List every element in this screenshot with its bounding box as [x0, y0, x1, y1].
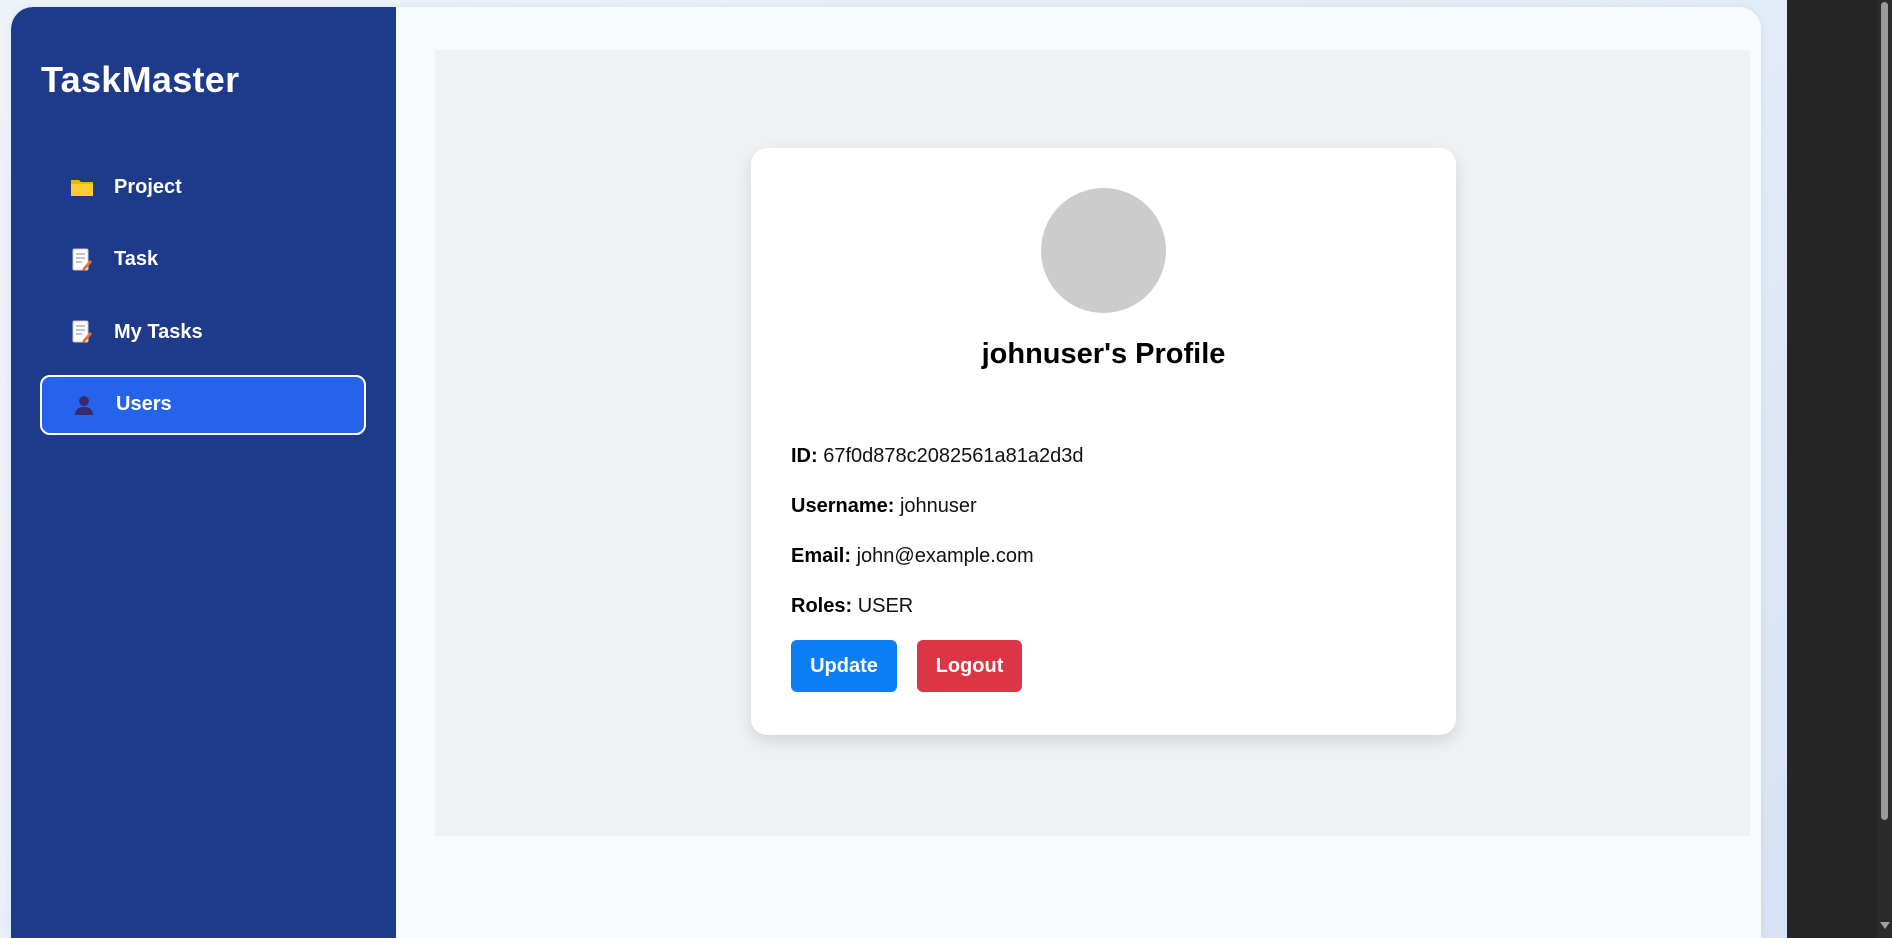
profile-id-row: ID: 67f0d878c2082561a81a2d3d: [791, 445, 1084, 468]
profile-roles-value: USER: [857, 595, 914, 617]
memo-icon: [70, 248, 94, 272]
sidebar-item-my-tasks[interactable]: My Tasks: [40, 302, 366, 362]
scroll-down-arrow-icon[interactable]: [1880, 922, 1890, 929]
profile-username-value: johnuser: [899, 495, 977, 517]
profile-id-label: ID:: [791, 445, 818, 467]
sidebar-item-task[interactable]: Task: [40, 230, 366, 290]
profile-email-value: john@example.com: [856, 545, 1034, 567]
update-button[interactable]: Update: [791, 640, 897, 692]
folder-icon: [70, 175, 94, 199]
logout-button[interactable]: Logout: [917, 640, 1022, 692]
sidebar-item-label: Project: [114, 175, 182, 198]
avatar: [1041, 188, 1166, 313]
profile-title: johnuser's Profile: [981, 338, 1226, 370]
scrollbar-thumb[interactable]: [1881, 2, 1888, 820]
sidebar-item-users[interactable]: Users: [40, 374, 366, 435]
memo-icon: [70, 320, 94, 344]
sidebar-item-label: Users: [116, 393, 172, 415]
profile-roles-row: Roles: USER: [791, 595, 913, 618]
profile-email-row: Email: john@example.com: [791, 545, 1034, 568]
sidebar-item-label: Task: [114, 248, 159, 270]
profile-username-row: Username: johnuser: [791, 495, 977, 518]
user-icon: [72, 393, 96, 417]
profile-id-value: 67f0d878c2082561a81a2d3d: [823, 445, 1084, 467]
sidebar: TaskMaster Project Task My Tasks Users: [11, 7, 396, 938]
profile-username-label: Username:: [791, 495, 895, 517]
profile-email-label: Email:: [791, 545, 852, 567]
app-brand: TaskMaster: [41, 59, 240, 100]
sidebar-nav: Project Task My Tasks Users: [40, 157, 366, 447]
profile-roles-label: Roles:: [791, 595, 853, 617]
profile-card: johnuser's Profile ID: 67f0d878c2082561a…: [751, 148, 1456, 735]
sidebar-item-label: My Tasks: [114, 320, 203, 343]
sidebar-item-project[interactable]: Project: [40, 157, 366, 217]
